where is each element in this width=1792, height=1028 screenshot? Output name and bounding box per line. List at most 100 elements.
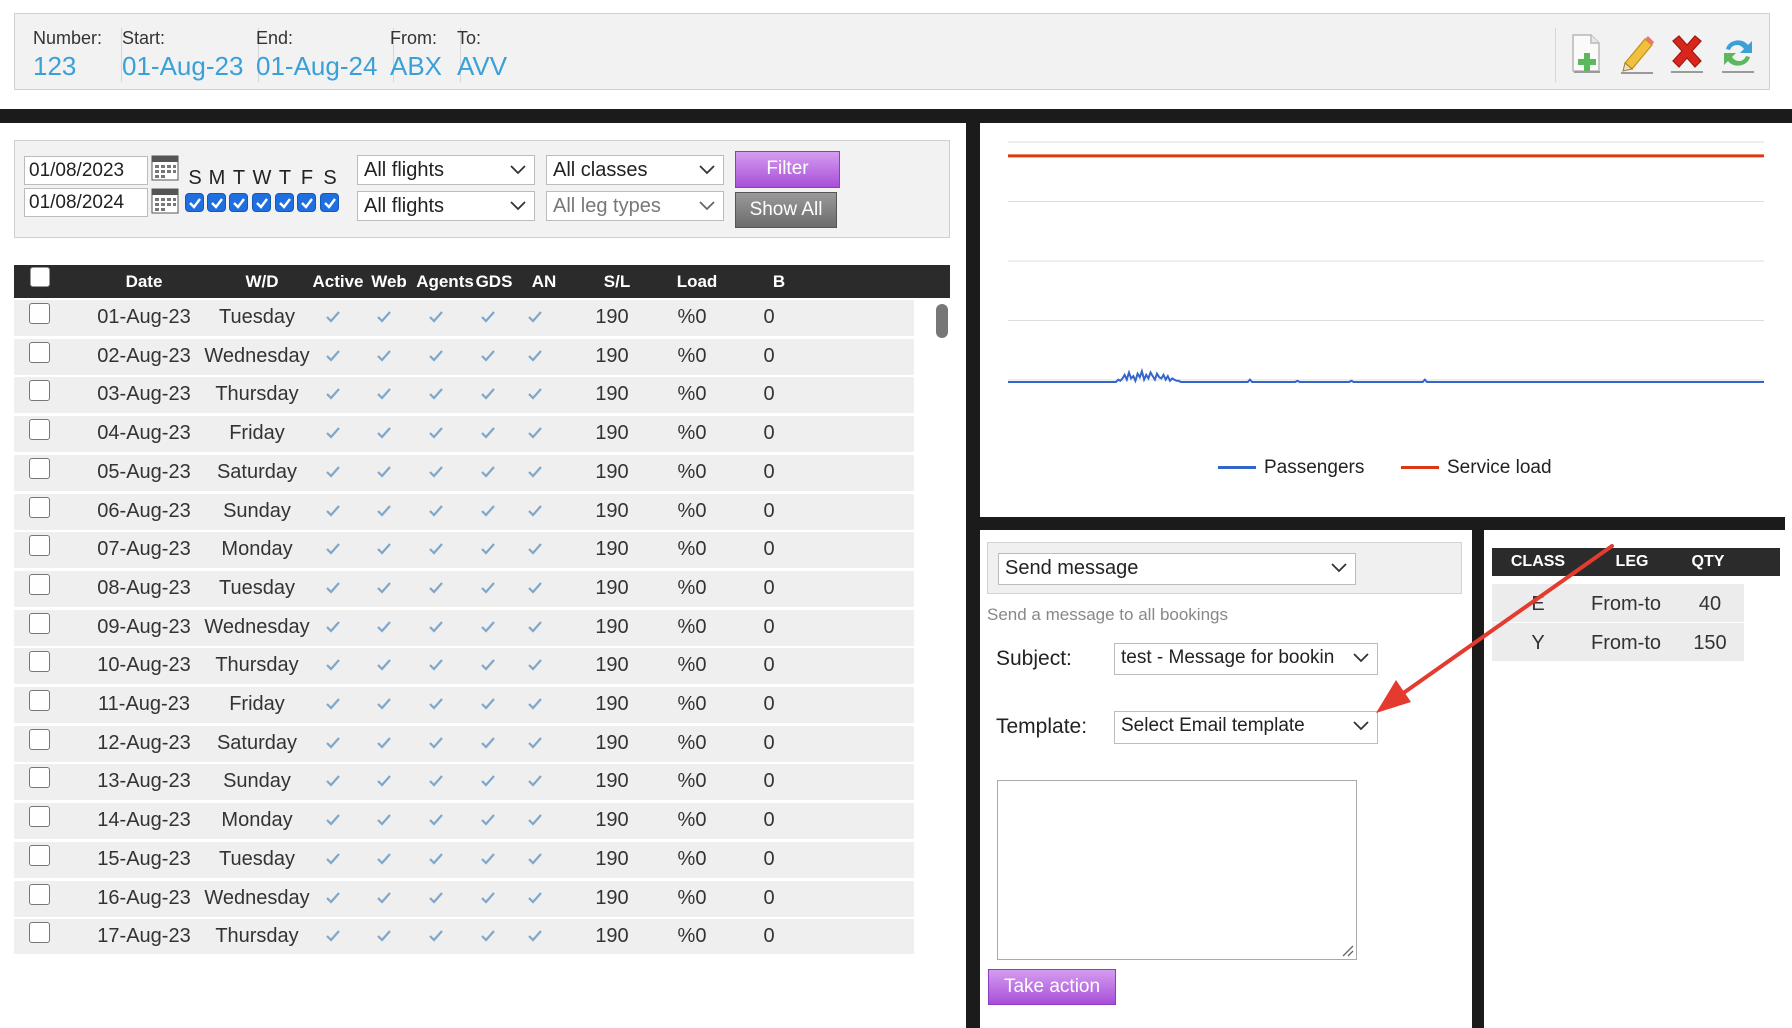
number-value[interactable]: 123 (33, 51, 102, 82)
active-check-icon (326, 310, 340, 328)
row-checkbox[interactable] (29, 496, 50, 518)
table-row[interactable]: 14-Aug-23 Monday 190 %0 0 (14, 803, 914, 840)
agents-check-icon (429, 620, 443, 638)
weekday-checkbox[interactable] (297, 193, 316, 212)
col-header-gds[interactable]: GDS (469, 272, 519, 292)
message-body-textarea[interactable] (997, 780, 1357, 960)
start-value[interactable]: 01-Aug-23 (122, 51, 243, 82)
calendar-icon[interactable] (151, 188, 179, 214)
row-checkbox[interactable] (29, 303, 50, 324)
row-checkbox[interactable] (29, 844, 50, 866)
table-row[interactable]: 07-Aug-23 Monday 190 %0 0 (14, 532, 914, 569)
table-scrollbar[interactable] (936, 304, 948, 338)
weekday-label: M (208, 167, 226, 189)
class-row[interactable]: E From-to 40 (1492, 584, 1744, 622)
row-checkbox[interactable] (29, 341, 50, 363)
from-value[interactable]: ABX (390, 51, 442, 82)
row-checkbox[interactable] (29, 380, 50, 402)
row-checkbox[interactable] (29, 651, 50, 673)
add-document-icon[interactable] (1564, 31, 1608, 75)
col-header-b[interactable]: B (754, 272, 804, 292)
weekday-cell: Friday (229, 693, 285, 715)
weekday-checkbox[interactable] (185, 193, 204, 212)
row-checkbox[interactable] (29, 883, 50, 905)
weekday-checkbox[interactable] (252, 193, 271, 212)
table-row[interactable]: 05-Aug-23 Saturday 190 %0 0 (14, 454, 914, 491)
table-row[interactable]: 12-Aug-23 Saturday 190 %0 0 (14, 725, 914, 762)
class-row[interactable]: Y From-to 150 (1492, 623, 1744, 661)
table-row[interactable]: 13-Aug-23 Sunday 190 %0 0 (14, 764, 914, 801)
row-checkbox[interactable] (29, 690, 50, 711)
subject-select[interactable]: test - Message for bookin (1114, 643, 1378, 675)
number-label: Number: (33, 28, 103, 48)
resize-grip-icon[interactable] (1340, 943, 1354, 957)
table-row[interactable]: 09-Aug-23 Wednesday 190 %0 0 (14, 609, 914, 646)
row-checkbox[interactable] (29, 535, 50, 557)
weekday-checkbox[interactable] (207, 193, 226, 212)
table-row[interactable]: 03-Aug-23 Thursday 190 %0 0 (14, 377, 914, 414)
bookings-cell: 0 (763, 422, 775, 445)
col-header-an[interactable]: AN (519, 272, 569, 292)
row-checkbox[interactable] (29, 457, 50, 479)
filter-button[interactable]: Filter (735, 151, 840, 188)
table-row[interactable]: 10-Aug-23 Thursday 190 %0 0 (14, 648, 914, 685)
delete-x-icon[interactable] (1665, 31, 1709, 75)
weekday-checkbox[interactable] (229, 193, 248, 212)
agents-check-icon (429, 813, 443, 831)
to-value[interactable]: AVV (457, 51, 507, 82)
col-header-load[interactable]: Load (662, 272, 732, 292)
seat-limit-cell: 190 (595, 847, 629, 870)
table-row[interactable]: 16-Aug-23 Wednesday 190 %0 0 (14, 880, 914, 917)
calendar-icon[interactable] (151, 155, 179, 181)
classes-select[interactable]: All classes (546, 155, 724, 185)
leg-types-select[interactable]: All leg types (546, 191, 724, 221)
filter-panel: SMTWTFS All flights All flights All clas… (14, 140, 950, 238)
edit-pencil-icon[interactable] (1615, 31, 1659, 75)
an-check-icon (528, 813, 542, 831)
action-select[interactable]: Send message (998, 553, 1356, 585)
select-all-checkbox[interactable] (30, 267, 50, 287)
template-select[interactable]: Select Email template (1114, 711, 1378, 744)
row-checkbox[interactable] (29, 728, 50, 750)
bookings-cell: 0 (763, 460, 775, 483)
table-row[interactable]: 15-Aug-23 Tuesday 190 %0 0 (14, 841, 914, 878)
weekday-label: S (188, 167, 202, 189)
legend-item-service-load[interactable]: Service load (1401, 457, 1552, 479)
legend-item-passengers[interactable]: Passengers (1218, 457, 1364, 479)
col-header-web[interactable]: Web (364, 272, 414, 292)
flights-select[interactable]: All flights (357, 155, 535, 185)
active-check-icon (326, 581, 340, 599)
show-all-button[interactable]: Show All (735, 192, 837, 228)
take-action-button[interactable]: Take action (988, 969, 1116, 1005)
col-header-date[interactable]: Date (94, 272, 194, 292)
seat-limit-cell: 190 (595, 693, 629, 715)
table-row[interactable]: 02-Aug-23 Wednesday 190 %0 0 (14, 338, 914, 375)
table-row[interactable]: 08-Aug-23 Tuesday 190 %0 0 (14, 570, 914, 607)
web-check-icon (377, 929, 391, 947)
row-checkbox[interactable] (29, 573, 50, 595)
table-row[interactable]: 17-Aug-23 Thursday 190 %0 0 (14, 919, 914, 954)
bookings-cell: 0 (763, 770, 775, 793)
weekday-cell: Sunday (223, 499, 291, 522)
row-checkbox[interactable] (29, 767, 50, 789)
table-row[interactable]: 04-Aug-23 Friday 190 %0 0 (14, 416, 914, 453)
table-row[interactable]: 11-Aug-23 Friday 190 %0 0 (14, 687, 914, 723)
col-header-active[interactable]: Active (303, 272, 373, 292)
bookings-cell: 0 (763, 538, 775, 561)
row-checkbox[interactable] (29, 612, 50, 634)
gds-check-icon (481, 465, 495, 483)
flights-select-2[interactable]: All flights (357, 191, 535, 221)
end-value[interactable]: 01-Aug-24 (256, 51, 377, 82)
row-checkbox[interactable] (29, 419, 50, 441)
weekday-checkbox[interactable] (320, 193, 339, 212)
sync-arrows-icon[interactable] (1716, 31, 1760, 75)
col-header-sl[interactable]: S/L (582, 272, 652, 292)
table-row[interactable]: 06-Aug-23 Sunday 190 %0 0 (14, 493, 914, 530)
end-date-input[interactable] (24, 188, 148, 217)
col-header-weekday[interactable]: W/D (212, 272, 312, 292)
row-checkbox[interactable] (29, 922, 50, 944)
weekday-checkbox[interactable] (275, 193, 294, 212)
table-row[interactable]: 01-Aug-23 Tuesday 190 %0 0 (14, 300, 914, 336)
start-date-input[interactable] (24, 156, 148, 185)
row-checkbox[interactable] (29, 806, 50, 828)
